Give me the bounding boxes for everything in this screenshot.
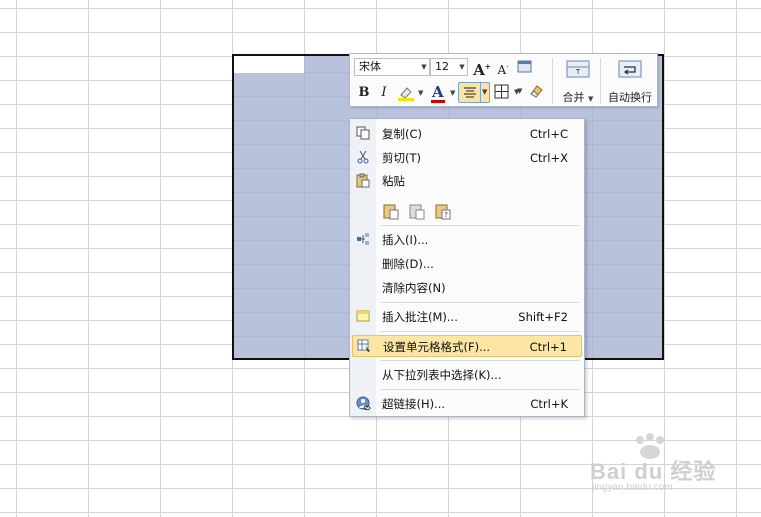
italic-label: I <box>381 85 387 100</box>
menu-item-shortcut: Ctrl+1 <box>529 340 567 354</box>
paste-values-icon[interactable] <box>408 202 426 220</box>
menu-item-label: 设置单元格格式(F)... <box>383 340 491 354</box>
menu-separator <box>380 389 580 390</box>
clear-format-button[interactable] <box>528 83 546 101</box>
menu-item-clear-contents[interactable]: 清除内容(N) <box>352 277 582 299</box>
menu-item-format-cells[interactable]: 设置单元格格式(F)... Ctrl+1 <box>352 335 582 357</box>
menu-item-label: 粘贴 <box>382 174 405 188</box>
paste-special-icon[interactable]: ? <box>434 202 452 220</box>
menu-item-label: 从下拉列表中选择(K)... <box>382 368 502 382</box>
menu-separator <box>380 302 580 303</box>
menu-item-cut[interactable]: 剪切(T) Ctrl+X <box>352 147 582 169</box>
menu-item-paste[interactable]: 粘贴 <box>352 170 582 192</box>
context-menu: 复制(C) Ctrl+C 剪切(T) Ctrl+X 粘贴 ? 插入(I)... … <box>349 118 585 417</box>
active-cell[interactable] <box>234 56 304 73</box>
wrap-text-button[interactable]: 自动换行 <box>604 57 656 105</box>
chevron-down-icon[interactable]: ▼ <box>418 89 423 97</box>
chevron-down-icon[interactable]: ▼ <box>457 59 467 75</box>
table-style-icon <box>517 60 532 73</box>
chevron-down-icon[interactable]: ▼ <box>588 95 593 103</box>
font-name-value: 宋体 <box>359 60 381 73</box>
menu-item-shortcut: Shift+F2 <box>518 310 568 324</box>
menu-item-label: 剪切(T) <box>382 151 421 165</box>
italic-button[interactable]: I <box>377 83 391 103</box>
chevron-down-icon[interactable]: ▼ <box>419 59 429 75</box>
merge-button[interactable]: T 合并 ▼ <box>558 57 598 105</box>
menu-item-label: 插入批注(M)... <box>382 310 458 324</box>
menu-item-insert[interactable]: 插入(I)... <box>352 229 582 251</box>
watermark-url: jingyan.baidu.com <box>592 482 673 493</box>
grow-font-button[interactable]: A+ <box>473 57 491 79</box>
insert-cells-icon <box>355 232 371 248</box>
menu-item-hyperlink[interactable]: 超链接(H)... Ctrl+K <box>352 393 582 415</box>
menu-item-delete[interactable]: 删除(D)... <box>352 253 582 275</box>
menu-item-shortcut: Ctrl+C <box>529 127 568 141</box>
menu-separator <box>380 331 580 332</box>
menu-item-copy[interactable]: 复制(C) Ctrl+C <box>352 123 582 145</box>
paste-keep-formatting-icon[interactable] <box>382 202 400 220</box>
format-cells-icon <box>356 339 372 355</box>
menu-item-shortcut: Ctrl+X <box>530 151 568 165</box>
font-size-combo[interactable]: 12 ▼ <box>430 58 468 76</box>
svg-text:?: ? <box>444 211 448 219</box>
font-color-swatch <box>431 100 445 103</box>
toolbar-separator <box>600 58 601 104</box>
align-button[interactable]: ▼ <box>458 82 490 103</box>
format-painter-button[interactable]: ▼ <box>517 59 541 95</box>
shrink-font-label: A <box>497 63 507 77</box>
menu-item-label: 复制(C) <box>382 127 423 141</box>
font-size-value: 12 <box>435 60 449 73</box>
align-center-icon <box>464 87 476 98</box>
highlighter-icon <box>398 87 414 101</box>
menu-item-label: 删除(D)... <box>382 257 434 271</box>
font-color-button[interactable]: A ▼ <box>430 83 460 103</box>
svg-text:T: T <box>575 68 581 76</box>
highlight-color-button[interactable]: ▼ <box>397 85 427 103</box>
eraser-icon <box>530 85 543 98</box>
wrap-text-label: 自动换行 <box>608 91 652 104</box>
shrink-font-button[interactable]: A- <box>495 57 511 77</box>
hyperlink-icon <box>355 396 371 412</box>
grow-font-label: A <box>473 61 485 79</box>
comment-icon <box>355 309 371 325</box>
menu-separator <box>380 225 580 226</box>
chevron-down-icon[interactable]: ▼ <box>514 88 519 96</box>
borders-button[interactable]: ▼ <box>494 84 524 102</box>
clipboard-icon <box>355 173 371 189</box>
scissors-icon <box>355 150 371 166</box>
wrap-text-icon <box>618 60 642 78</box>
menu-item-shortcut: Ctrl+K <box>530 397 568 411</box>
font-color-label: A <box>432 83 444 101</box>
chevron-down-icon[interactable]: ▼ <box>482 88 487 96</box>
menu-separator <box>380 360 580 361</box>
menu-item-label: 超链接(H)... <box>382 397 446 411</box>
split-divider <box>480 83 481 102</box>
baidu-jingyan-watermark: Bai du 经验 jingyan.baidu.com <box>590 432 740 494</box>
borders-icon <box>494 84 509 99</box>
chevron-down-icon[interactable]: ▼ <box>450 89 455 97</box>
bold-label: B <box>358 85 370 100</box>
mini-toolbar: 宋体 ▼ 12 ▼ A+ A- ▼ B I ▼ A ▼ ▼ ▼ T 合并 ▼ 自… <box>349 53 658 107</box>
menu-item-label: 清除内容(N) <box>382 281 446 295</box>
menu-item-insert-comment[interactable]: 插入批注(M)... Shift+F2 <box>352 306 582 328</box>
merge-label: 合并 <box>562 91 585 104</box>
merge-cells-icon: T <box>566 60 590 78</box>
bold-button[interactable]: B <box>356 83 372 103</box>
toolbar-separator <box>552 58 553 104</box>
menu-item-label: 插入(I)... <box>382 233 429 247</box>
copy-icon <box>355 126 371 142</box>
menu-item-pick-from-list[interactable]: 从下拉列表中选择(K)... <box>352 364 582 386</box>
font-name-combo[interactable]: 宋体 ▼ <box>354 58 430 76</box>
